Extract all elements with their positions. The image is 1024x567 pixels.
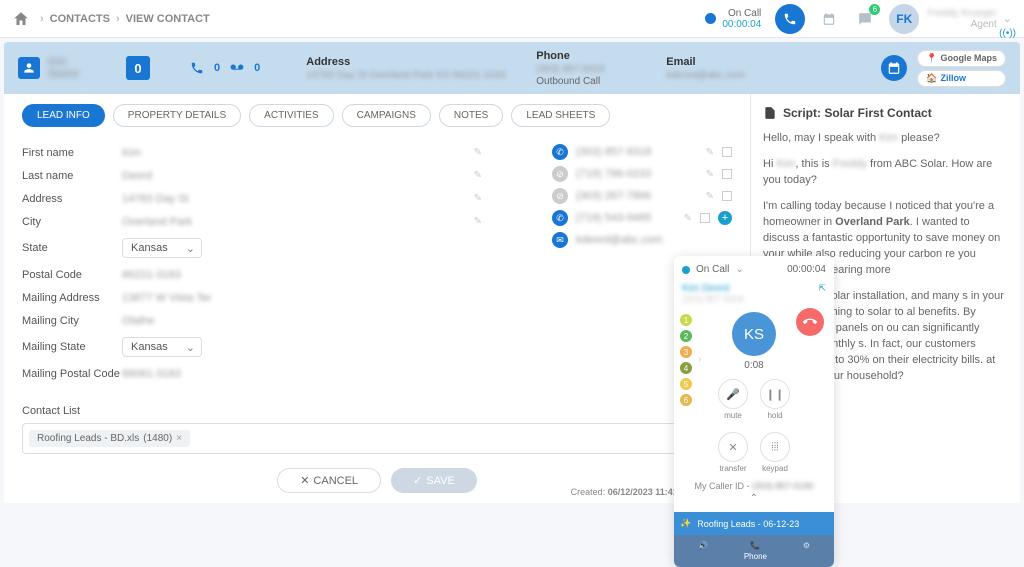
mute-button[interactable]: 🎤mute [718, 379, 748, 420]
mail-icon[interactable]: ✉ [552, 232, 568, 248]
phone-icon [190, 61, 204, 75]
nav-speaker[interactable]: 🔊 [698, 541, 708, 561]
keypad-button[interactable]: ⦙⦙⦙keypad [760, 432, 790, 473]
calendar-icon[interactable] [817, 7, 841, 31]
hangup-button[interactable] [796, 308, 824, 336]
checkbox[interactable] [722, 147, 732, 157]
chat-icon[interactable]: 6 [853, 7, 877, 31]
edit-icon[interactable]: ✎ [474, 193, 482, 204]
calendar-button[interactable] [881, 55, 907, 81]
breadcrumb: ›CONTACTS ›VIEW CONTACT [40, 13, 210, 25]
tab-campaigns[interactable]: CAMPAIGNS [342, 104, 431, 127]
tab-notes[interactable]: NOTES [439, 104, 503, 127]
transfer-button[interactable]: ✕transfer [718, 432, 748, 473]
caller-avatar: KS [732, 312, 776, 356]
count-badge: 0 [126, 56, 150, 80]
voicemail-icon [230, 61, 244, 75]
home-icon[interactable] [12, 10, 30, 28]
campaign-bar[interactable]: ✨ Roofing Leads - 06-12-23 [674, 512, 834, 535]
checkbox[interactable] [722, 191, 732, 201]
tab-activities[interactable]: ACTIVITIES [249, 104, 333, 127]
nav-phone[interactable]: 📞Phone [744, 541, 767, 561]
user-info: Freddy KruegerAgent [927, 8, 996, 30]
mail-state-select[interactable]: Kansas [122, 337, 202, 357]
nav-settings[interactable]: ⚙ [803, 541, 810, 561]
cancel-button[interactable]: ✕ CANCEL [277, 468, 381, 493]
phone-popup: On Call⌄ 00:00:04 Kim Deord⇱ (303) 857-9… [674, 256, 834, 567]
google-maps-button[interactable]: 📍Google Maps [917, 50, 1006, 67]
remove-chip[interactable]: × [176, 433, 182, 444]
edit-icon[interactable]: ✎ [474, 216, 482, 227]
chevron-up-icon[interactable]: ⌃ [682, 493, 826, 504]
chevron-down-icon[interactable]: ⌄ [735, 264, 743, 275]
checkbox[interactable] [700, 213, 710, 223]
person-icon [18, 57, 40, 79]
phone-icon[interactable]: ✆ [552, 210, 568, 226]
script-icon [763, 106, 777, 120]
hold-button[interactable]: ❙❙hold [760, 379, 790, 420]
external-link-icon[interactable]: ⇱ [818, 283, 826, 294]
save-button[interactable]: ✓ SAVE [391, 468, 477, 493]
chevron-down-icon[interactable]: ⌄ [1003, 12, 1012, 25]
chevron-right-icon[interactable]: › [698, 354, 701, 365]
call-status: On Call00:00:04 [705, 8, 761, 30]
zillow-button[interactable]: 🏠 Zillow [917, 70, 1006, 87]
edit-icon[interactable]: ✎ [474, 170, 482, 181]
phone-button[interactable] [775, 4, 805, 34]
tab-lead-sheets[interactable]: LEAD SHEETS [511, 104, 610, 127]
broadcast-icon: ((•)) [999, 28, 1016, 39]
add-phone-button[interactable]: + [718, 211, 732, 225]
phone-icon[interactable]: ✆ [552, 144, 568, 160]
blocked-icon[interactable]: ⊘ [552, 166, 568, 182]
tab-property[interactable]: PROPERTY DETAILS [113, 104, 241, 127]
blocked-icon[interactable]: ⊘ [552, 188, 568, 204]
user-avatar[interactable]: FK [889, 4, 919, 34]
contact-list-select[interactable]: Roofing Leads - BD.xls (1480) × ⌄ [22, 423, 732, 454]
contact-header: ((•)) Kim Deord 0 0 0 Address 14783 Day … [4, 42, 1020, 94]
tab-lead-info[interactable]: LEAD INFO [22, 104, 105, 127]
checkbox[interactable] [722, 169, 732, 179]
edit-icon[interactable]: ✎ [474, 147, 482, 158]
state-select[interactable]: Kansas [122, 238, 202, 258]
